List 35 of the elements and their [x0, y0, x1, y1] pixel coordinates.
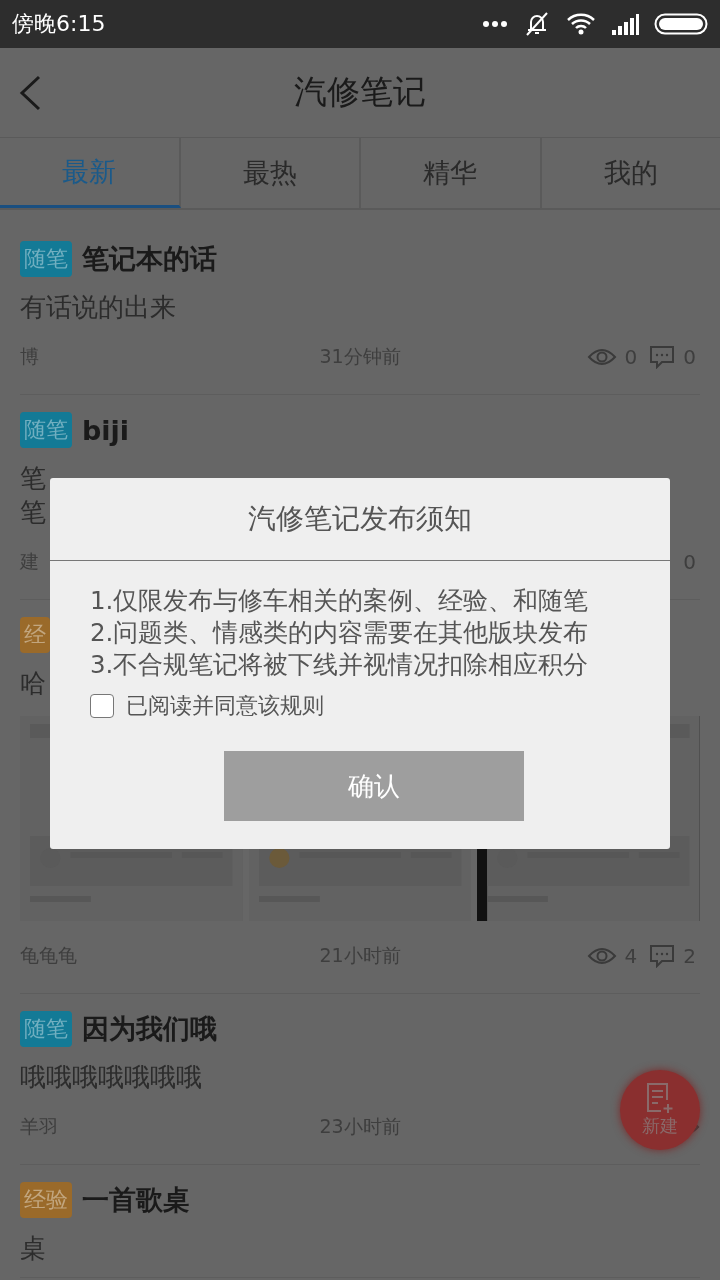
agree-checkbox[interactable] — [90, 694, 114, 718]
post-title[interactable]: 笔记本的话 — [82, 241, 217, 277]
battery-icon — [654, 13, 708, 35]
category-tag: 随笔 — [20, 412, 72, 448]
rule-text: 1.仅限发布与修车相关的案例、经验、和随笔 — [90, 585, 589, 617]
comment-icon — [649, 345, 676, 369]
signal-icon — [610, 12, 640, 36]
post-excerpt: 笔 — [20, 496, 46, 529]
post-excerpt: 哦哦哦哦哦哦哦 — [20, 1061, 202, 1094]
post-excerpt: 笔 — [20, 462, 46, 495]
post-excerpt: 桌 — [20, 1232, 46, 1265]
new-post-button[interactable]: 新建 — [620, 1070, 700, 1150]
eye-icon — [586, 347, 617, 367]
note-plus-icon — [645, 1082, 675, 1114]
category-tag: 经验 — [20, 1182, 72, 1218]
post-title[interactable]: 一首歌桌 — [82, 1182, 190, 1218]
category-tag: 随笔 — [20, 1011, 72, 1047]
wifi-icon — [566, 12, 596, 36]
eye-icon — [586, 946, 617, 966]
category-tag: 经 — [20, 617, 50, 653]
confirm-button[interactable]: 确认 — [224, 751, 524, 821]
rule-text: 3.不合规笔记将被下线并视情况扣除相应积分 — [90, 649, 589, 681]
more-icon — [482, 20, 508, 28]
dialog-title: 汽修笔记发布须知 — [50, 478, 670, 561]
back-icon[interactable] — [18, 75, 42, 111]
post-excerpt: 哈 — [20, 667, 46, 700]
post-excerpt: 有话说的出来 — [20, 291, 176, 324]
category-tag: 随笔 — [20, 241, 72, 277]
post-title[interactable]: biji — [82, 414, 130, 446]
post-title[interactable]: 因为我们哦 — [82, 1011, 217, 1047]
status-time: 傍晚6:15 — [12, 10, 106, 38]
rule-text: 2.问题类、情感类的内容需要在其他版块发布 — [90, 617, 589, 649]
comment-icon — [649, 944, 676, 968]
agree-label[interactable]: 已阅读并同意该规则 — [126, 691, 324, 721]
page-title: 汽修笔记 — [294, 71, 426, 113]
